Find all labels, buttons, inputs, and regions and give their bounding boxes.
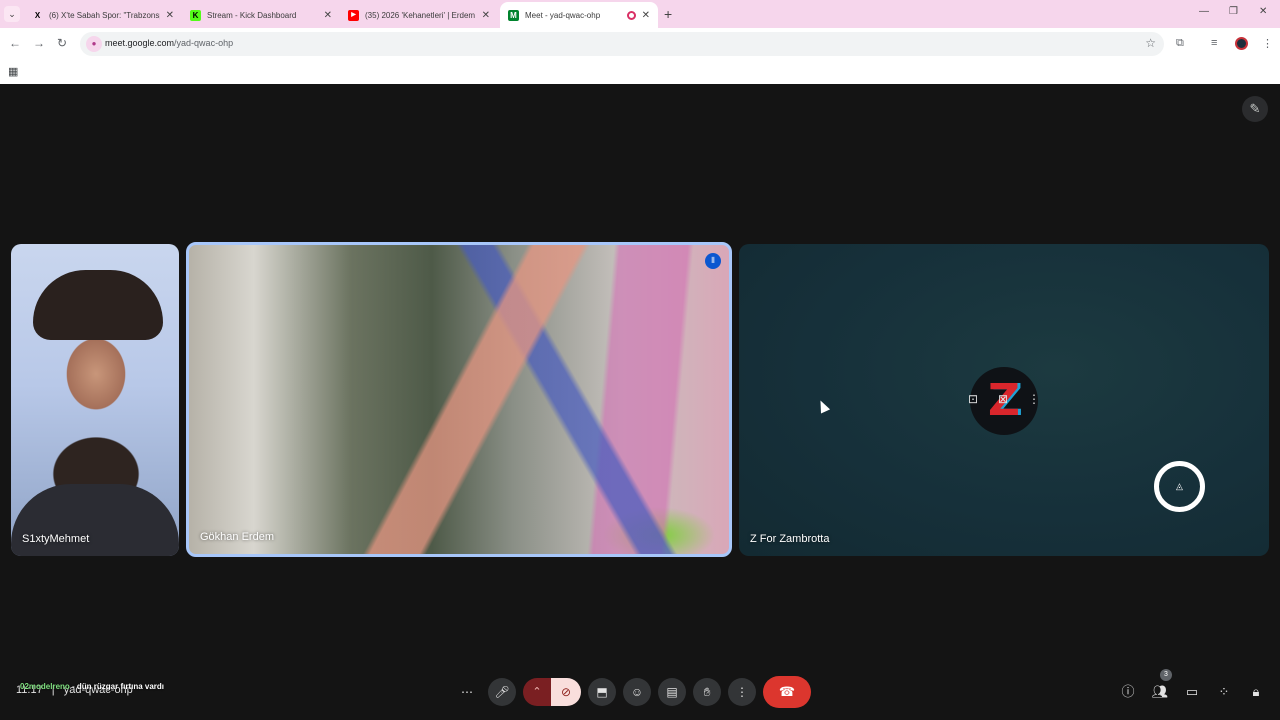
camera-control-group: ⌃ ⊘ xyxy=(523,678,581,706)
restore-icon[interactable]: ❐ xyxy=(1229,6,1238,17)
close-tab-icon[interactable]: ✕ xyxy=(166,10,174,21)
more-options-button[interactable]: ⋮ xyxy=(728,678,756,706)
close-tab-icon[interactable]: ✕ xyxy=(642,10,650,21)
minimize-icon[interactable]: — xyxy=(1199,6,1209,17)
reactions-button[interactable]: ☺ xyxy=(623,678,651,706)
recording-indicator-icon xyxy=(626,10,636,20)
tab-search-button[interactable]: ⌄ xyxy=(4,6,20,22)
participant-name: S1xtyMehmet xyxy=(22,533,90,545)
hand-icon: ✋︎ xyxy=(703,685,711,699)
kick-logo-icon: K xyxy=(190,9,201,21)
meet-stage: ✎ S1xtyMehmet ⦀ Gökhan Erdem Z ⊡ ⊠ ⋮ ◬ Z… xyxy=(0,84,1280,720)
caption-text: - dün rüzgar fırtına vardı xyxy=(69,682,165,691)
call-controls: ⋯ 🎤︎ ⌃ ⊘ ⬒ ☺ ▤ ✋︎ ⋮ ☎︎ xyxy=(453,676,811,708)
present-screen-icon: ⬒ xyxy=(596,685,608,699)
participant-tile[interactable]: Z ⊡ ⊠ ⋮ ◬ Z For Zambrotta xyxy=(739,244,1269,556)
media-controls-icon[interactable]: ≡ xyxy=(1211,37,1217,49)
chat-icon: ▭ xyxy=(1185,684,1199,699)
browser-tab-strip: ⌄ X (6) X'te Sabah Spor: "Trabzonsp ✕ K … xyxy=(0,0,1280,28)
more-vert-icon: ⋮ xyxy=(736,685,748,699)
url-path: /yad-qwac-ohp xyxy=(174,38,234,48)
x-logo-icon: X xyxy=(34,10,41,20)
camera-off-button[interactable]: ⊘ xyxy=(551,678,581,706)
mic-in-use-icon[interactable]: ● xyxy=(86,36,102,52)
edit-background-icon[interactable]: ✎ xyxy=(1242,96,1268,122)
mic-icon: 🎤︎ xyxy=(494,685,510,699)
address-bar[interactable]: ● meet.google.com/yad-qwac-ohp ☆ xyxy=(80,32,1164,56)
lock-person-icon: 🔒︎ xyxy=(1252,684,1260,699)
participant-name: Z For Zambrotta xyxy=(750,533,830,545)
emoji-icon: ☺ xyxy=(630,685,644,699)
video-frame xyxy=(11,484,179,556)
more-horiz-icon[interactable]: ⋯ xyxy=(453,678,481,706)
videocam-off-icon: ⊘ xyxy=(560,685,572,699)
video-frame xyxy=(33,270,163,340)
reload-icon[interactable]: ↻ xyxy=(57,36,67,50)
extensions-icon[interactable]: ⧉ xyxy=(1176,37,1184,50)
participant-count-badge: 3 xyxy=(1160,669,1172,681)
meet-logo-icon: M xyxy=(508,9,519,21)
profile-avatar[interactable] xyxy=(1235,37,1248,50)
participant-tile[interactable]: S1xtyMehmet xyxy=(11,244,179,556)
chat-button[interactable]: ▭ xyxy=(1181,681,1203,703)
url-host: meet.google.com xyxy=(105,38,175,48)
leave-call-button[interactable]: ☎︎ xyxy=(763,676,811,708)
more-vert-icon[interactable]: ⋮ xyxy=(1028,392,1040,408)
captions-icon: ▤ xyxy=(666,685,678,699)
caption-speaker: 02modelreno xyxy=(20,682,70,691)
new-tab-button[interactable]: + xyxy=(664,6,672,22)
activities-button[interactable]: ⁘ xyxy=(1213,681,1235,703)
browser-tab-meet[interactable]: M Meet - yad-qwac-ohp ✕ xyxy=(500,2,658,28)
browser-menu-icon[interactable]: ⋮ xyxy=(1262,37,1273,50)
close-tab-icon[interactable]: ✕ xyxy=(324,10,332,21)
info-icon: ⓘ xyxy=(1121,684,1135,699)
tab-title: Meet - yad-qwac-ohp xyxy=(525,10,601,20)
remove-from-frame-icon[interactable]: ⊠ xyxy=(998,392,1008,408)
browser-tab-x[interactable]: X (6) X'te Sabah Spor: "Trabzonsp ✕ xyxy=(24,2,182,28)
close-window-icon[interactable]: ✕ xyxy=(1259,6,1267,17)
present-button[interactable]: ⬒ xyxy=(588,678,616,706)
browser-tab-youtube[interactable]: ▶ (35) 2026 'Kehanetleri' | Erdem A ✕ xyxy=(340,2,498,28)
call-end-icon: ☎︎ xyxy=(778,684,796,699)
loading-ring-icon: ◬ xyxy=(1154,461,1205,512)
tab-title: (35) 2026 'Kehanetleri' | Erdem A xyxy=(365,10,476,20)
participant-tile-active-speaker[interactable]: ⦀ Gökhan Erdem xyxy=(186,242,732,557)
url-text[interactable]: meet.google.com/yad-qwac-ohp xyxy=(105,38,233,48)
apps-grid-icon[interactable]: ▦ xyxy=(8,65,18,78)
forward-icon[interactable]: → xyxy=(33,36,45,50)
speaking-indicator-icon: ⦀ xyxy=(705,253,721,269)
people-icon: 👥︎ xyxy=(1151,684,1169,699)
bookmark-star-icon[interactable]: ☆ xyxy=(1145,36,1156,50)
tab-title: Stream - Kick Dashboard xyxy=(207,10,297,20)
mic-button[interactable]: 🎤︎ xyxy=(488,678,516,706)
close-tab-icon[interactable]: ✕ xyxy=(482,10,490,21)
people-button[interactable]: 👥︎ xyxy=(1149,681,1171,703)
captions-button[interactable]: ▤ xyxy=(658,678,686,706)
chat-caption-overlay: 02modelreno - dün rüzgar fırtına vardı xyxy=(20,682,164,691)
bookmarks-bar: ▦ xyxy=(0,60,1280,84)
participant-name: Gökhan Erdem xyxy=(200,531,274,543)
meeting-info-button[interactable]: ⓘ xyxy=(1117,681,1139,703)
host-controls-button[interactable]: 🔒︎ xyxy=(1245,681,1267,703)
raise-hand-button[interactable]: ✋︎ xyxy=(693,678,721,706)
tab-title: (6) X'te Sabah Spor: "Trabzonsp xyxy=(49,10,160,20)
youtube-logo-icon: ▶ xyxy=(348,9,359,21)
tile-hover-controls: ⊡ ⊠ ⋮ xyxy=(968,392,1040,408)
pin-icon[interactable]: ⊡ xyxy=(968,392,978,408)
camera-options-chevron-icon[interactable]: ⌃ xyxy=(523,678,551,706)
browser-tab-kick[interactable]: K Stream - Kick Dashboard ✕ xyxy=(182,2,340,28)
browser-toolbar: ← → ↻ ● meet.google.com/yad-qwac-ohp ☆ ⧉… xyxy=(0,28,1280,60)
apps-grid-icon: ⁘ xyxy=(1218,684,1230,699)
back-icon[interactable]: ← xyxy=(9,36,21,50)
